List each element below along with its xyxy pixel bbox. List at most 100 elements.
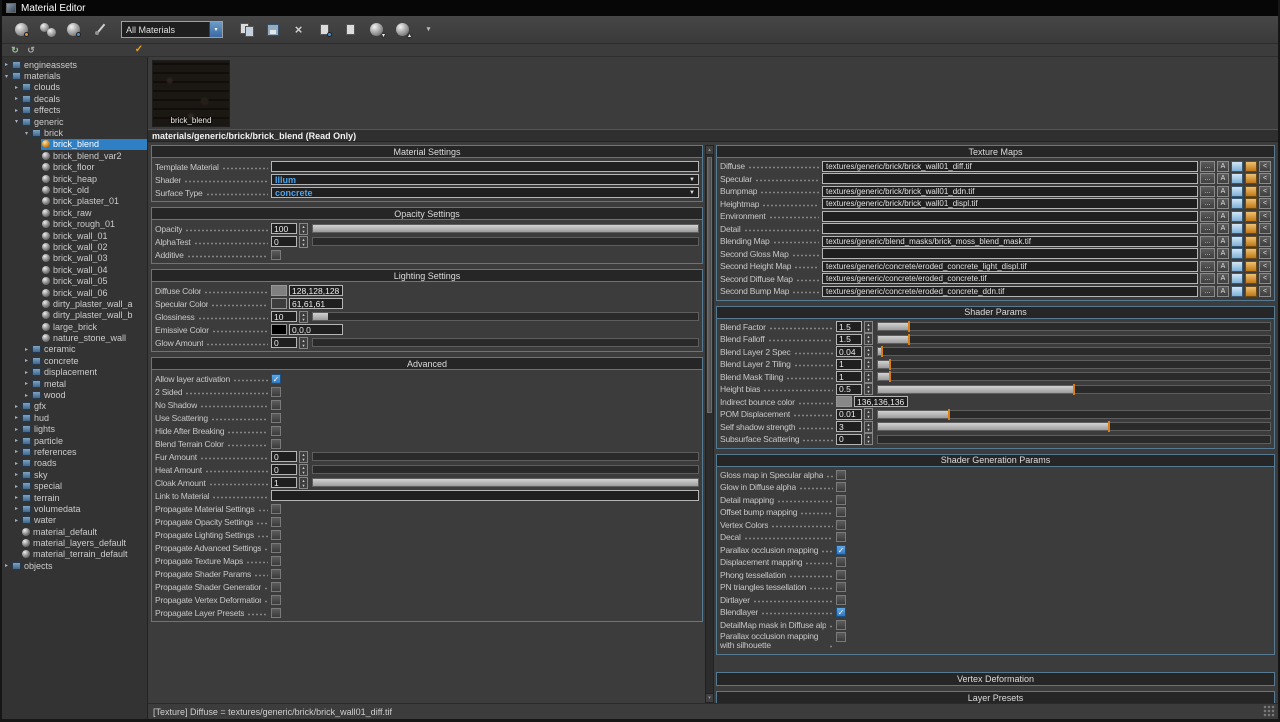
preview-texture-icon[interactable] <box>1231 211 1243 222</box>
tree-item-material-layers-default[interactable]: material_layers_default <box>2 537 147 548</box>
tree-item-materials[interactable]: ▾materials <box>2 70 147 81</box>
expand-arrow-icon[interactable]: ▸ <box>12 494 21 501</box>
scrollbar-thumb[interactable] <box>707 157 712 413</box>
propagate-layer-presets-checkbox[interactable] <box>271 608 281 618</box>
spinner-down-icon[interactable]: ▾ <box>865 414 872 419</box>
spinner-down-icon[interactable]: ▾ <box>300 242 307 247</box>
browse-texture-button[interactable]: ... <box>1200 223 1215 234</box>
phong-tessellation-checkbox[interactable] <box>836 570 846 580</box>
propagate-opacity-settings-checkbox[interactable] <box>271 517 281 527</box>
preview-texture-icon[interactable] <box>1231 236 1243 247</box>
edit-texture-icon[interactable] <box>1245 198 1257 209</box>
blend-layer-2-tiling-value-input[interactable]: 1 <box>836 359 862 370</box>
glow-amount-value-input[interactable]: 0 <box>271 337 297 348</box>
titlebar[interactable]: Material Editor <box>2 0 1278 16</box>
expand-arrow-icon[interactable]: ▸ <box>12 483 21 490</box>
detail-mapping-checkbox[interactable] <box>836 495 846 505</box>
source-control-sync-icon[interactable]: ↺ <box>24 44 38 56</box>
propagate-texture-maps-checkbox[interactable] <box>271 556 281 566</box>
opacity-spinner[interactable]: ▴▾ <box>299 223 308 235</box>
detailmap-mask-in-diffuse-alpha-checkbox[interactable] <box>836 620 846 630</box>
spinner-down-icon[interactable]: ▾ <box>865 427 872 432</box>
blend-falloff-slider[interactable] <box>877 335 1271 344</box>
blend-layer-2-tiling-spinner[interactable]: ▴▾ <box>864 358 873 370</box>
material-preview[interactable]: brick_blend <box>152 60 230 127</box>
blend-falloff-spinner[interactable]: ▴▾ <box>864 333 873 345</box>
propagate-shader-generation-checkbox[interactable] <box>271 582 281 592</box>
tree-item-effects[interactable]: ▸effects <box>2 105 147 116</box>
emissive-color-color-swatch[interactable] <box>271 324 287 335</box>
second-height-map-texture-path-field[interactable]: textures/generic/concrete/eroded_concret… <box>822 261 1198 272</box>
propagate-lighting-settings-checkbox[interactable] <box>271 530 281 540</box>
toolbar-overflow-icon[interactable]: ▾ <box>417 19 440 40</box>
expand-arrow-icon[interactable]: ▸ <box>22 380 31 387</box>
second-gloss-map-texture-path-field[interactable] <box>822 248 1198 259</box>
expand-arrow-icon[interactable]: ▸ <box>12 460 21 467</box>
section-header-vertex-deformation[interactable]: Vertex Deformation <box>717 673 1274 685</box>
tree-item-concrete[interactable]: ▸concrete <box>2 355 147 366</box>
spinner-down-icon[interactable]: ▾ <box>300 483 307 488</box>
tree-item-brick-blend[interactable]: brick_blend <box>2 139 147 150</box>
height-bias-value-input[interactable]: 0.5 <box>836 384 862 395</box>
preview-texture-icon[interactable] <box>1231 186 1243 197</box>
browse-texture-button[interactable]: ... <box>1200 211 1215 222</box>
fur-amount-spinner[interactable]: ▴▾ <box>299 451 308 463</box>
blend-layer-2-spec-spinner[interactable]: ▴▾ <box>864 346 873 358</box>
blend-mask-tiling-slider[interactable] <box>877 372 1271 381</box>
tree-item-particle[interactable]: ▸particle <box>2 435 147 446</box>
reload-tree-icon[interactable]: ↻ <box>8 44 22 56</box>
propagate-advanced-settings-checkbox[interactable] <box>271 543 281 553</box>
collapse-arrow-icon[interactable]: ▾ <box>22 130 31 137</box>
preview-texture-icon[interactable] <box>1231 248 1243 259</box>
tree-item-special[interactable]: ▸special <box>2 480 147 491</box>
spinner-down-icon[interactable]: ▾ <box>865 327 872 332</box>
expand-arrow-icon[interactable]: ▸ <box>2 61 11 68</box>
spinner-down-icon[interactable]: ▾ <box>865 439 872 444</box>
copy-material-icon[interactable] <box>235 19 258 40</box>
height-bias-spinner[interactable]: ▴▾ <box>864 383 873 395</box>
preview-texture-icon[interactable] <box>1231 223 1243 234</box>
texture-animation-button[interactable]: A <box>1217 211 1229 222</box>
glossiness-value-input[interactable]: 10 <box>271 311 297 322</box>
expand-arrow-icon[interactable]: ▸ <box>12 437 21 444</box>
spinner-down-icon[interactable]: ▾ <box>300 229 307 234</box>
parallax-occlusion-mapping-checkbox[interactable]: ✓ <box>836 545 846 555</box>
collapse-texture-button[interactable]: < <box>1259 161 1271 172</box>
pom-displacement-value-input[interactable]: 0.01 <box>836 409 862 420</box>
tree-item-nature-stone-wall[interactable]: nature_stone_wall <box>2 332 147 343</box>
cloak-amount-spinner[interactable]: ▴▾ <box>299 477 308 489</box>
parallax-occlusion-mapping-with-silhouette-checkbox[interactable] <box>836 632 846 642</box>
shader-combo[interactable]: Illum▼ <box>271 174 699 185</box>
section-header-shader-generation-params[interactable]: Shader Generation Params <box>717 455 1274 467</box>
tree-item-brick-wall-05[interactable]: brick_wall_05 <box>2 275 147 286</box>
hide-after-breaking-checkbox[interactable] <box>271 426 281 436</box>
specular-color-color-swatch[interactable] <box>271 298 287 309</box>
indirect-bounce-color-color-swatch[interactable] <box>836 396 852 407</box>
preview-texture-icon[interactable] <box>1231 198 1243 209</box>
spinner-down-icon[interactable]: ▾ <box>300 343 307 348</box>
expand-arrow-icon[interactable]: ▸ <box>22 357 31 364</box>
texture-animation-button[interactable]: A <box>1217 273 1229 284</box>
collapse-arrow-icon[interactable]: ▾ <box>2 73 11 80</box>
browse-texture-button[interactable]: ... <box>1200 248 1215 259</box>
edit-texture-icon[interactable] <box>1245 223 1257 234</box>
resize-grip[interactable] <box>1263 705 1275 717</box>
tree-item-displacement[interactable]: ▸displacement <box>2 367 147 378</box>
propagate-shader-params-checkbox[interactable] <box>271 569 281 579</box>
texture-animation-button[interactable]: A <box>1217 198 1229 209</box>
no-shadow-checkbox[interactable] <box>271 400 281 410</box>
texture-animation-button[interactable]: A <box>1217 236 1229 247</box>
tree-item-material-terrain-default[interactable]: material_terrain_default <box>2 549 147 560</box>
spinner-down-icon[interactable]: ▾ <box>865 389 872 394</box>
tree-item-dirty-plaster-wall-b[interactable]: dirty_plaster_wall_b <box>2 310 147 321</box>
texture-animation-button[interactable]: A <box>1217 186 1229 197</box>
tree-item-brick-wall-03[interactable]: brick_wall_03 <box>2 253 147 264</box>
browse-texture-button[interactable]: ... <box>1200 273 1215 284</box>
tree-item-brick-floor[interactable]: brick_floor <box>2 162 147 173</box>
slider-tick-icon[interactable] <box>948 409 950 420</box>
second-bump-map-texture-path-field[interactable]: textures/generic/concrete/eroded_concret… <box>822 286 1198 297</box>
preview-texture-icon[interactable] <box>1231 173 1243 184</box>
collapse-texture-button[interactable]: < <box>1259 186 1271 197</box>
duplicate-material-icon[interactable] <box>339 19 362 40</box>
blend-mask-tiling-value-input[interactable]: 1 <box>836 371 862 382</box>
